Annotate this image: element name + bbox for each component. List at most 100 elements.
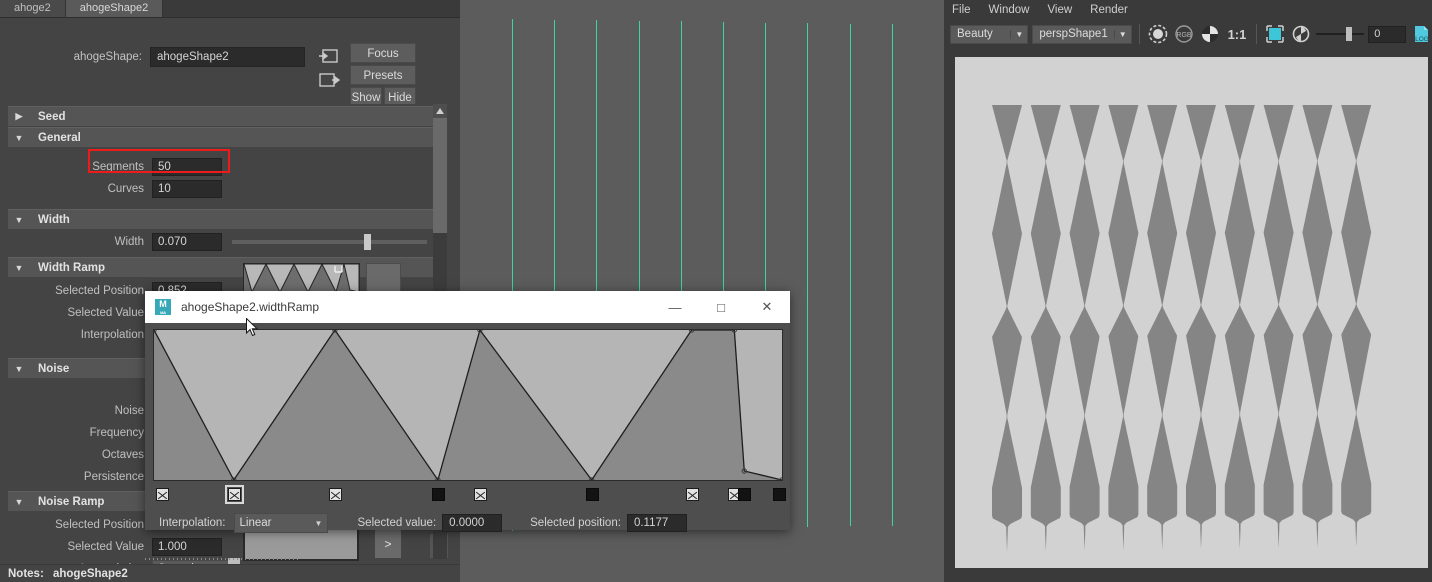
- viewport-curve[interactable]: [891, 24, 893, 526]
- chevron-down-icon: ▼: [1010, 29, 1027, 39]
- node-name-input[interactable]: ahogeShape2: [150, 47, 305, 67]
- noise-label: Noise: [114, 405, 144, 417]
- svg-text:RGB: RGB: [1176, 32, 1192, 39]
- rd-selected-value-input[interactable]: 0.0000: [442, 514, 503, 532]
- alpha-channel-icon[interactable]: [1199, 23, 1221, 45]
- ramp-marker-white-icon: [155, 488, 169, 501]
- width-input[interactable]: 0.070: [152, 233, 222, 251]
- ramp-marker-white-icon: [227, 488, 241, 501]
- section-header-width[interactable]: ▼ Width: [8, 209, 441, 229]
- rd-selected-position-label: Selected position:: [530, 517, 621, 529]
- attribute-editor-tabbar: ahoge2 ahogeShape2: [0, 0, 460, 18]
- nr-selected-value-input[interactable]: 1.000: [152, 538, 222, 556]
- width-ramp-swatch-slot[interactable]: [366, 263, 401, 293]
- menu-file[interactable]: File: [952, 4, 971, 16]
- dialog-body: Interpolation: Linear ▼ Selected value: …: [145, 323, 790, 533]
- persistence-label: Persistence: [83, 471, 144, 483]
- ramp-marker-black-icon: [772, 488, 786, 501]
- dialog-titlebar[interactable]: M MA ahogeShape2.widthRamp — □ ✕: [145, 291, 790, 323]
- tab-ahoge2[interactable]: ahoge2: [0, 0, 66, 17]
- section-header-general[interactable]: ▼ General: [8, 127, 441, 147]
- camera-value: perspShape1: [1039, 28, 1108, 40]
- exposure-input[interactable]: 0: [1368, 25, 1406, 43]
- section-label-noise-ramp: Noise Ramp: [38, 495, 105, 508]
- ramp-marker[interactable]: [685, 488, 699, 501]
- dialog-title: ahogeShape2.widthRamp: [181, 300, 320, 314]
- chevron-down-icon: ▼: [14, 132, 24, 143]
- minimize-icon[interactable]: —: [652, 291, 698, 323]
- tabbar-filler: [163, 0, 460, 17]
- close-icon[interactable]: ✕: [744, 291, 790, 323]
- render-pass-combo[interactable]: Beauty ▼: [950, 24, 1029, 44]
- section-label-noise: Noise: [38, 362, 70, 375]
- log-view-icon[interactable]: LOG: [1410, 23, 1432, 45]
- viewport-curve[interactable]: [849, 23, 851, 527]
- ramp-marker-white-icon: [685, 488, 699, 501]
- menu-view[interactable]: View: [1047, 4, 1072, 16]
- rendered-image[interactable]: [955, 57, 1428, 568]
- rd-interpolation-label: Interpolation:: [159, 517, 226, 529]
- ramp-marker[interactable]: [224, 485, 244, 504]
- scroll-up-button[interactable]: [433, 104, 447, 118]
- camera-combo[interactable]: perspShape1 ▼: [1032, 24, 1132, 44]
- ramp-marker[interactable]: [431, 488, 445, 501]
- width-slider[interactable]: [232, 234, 427, 250]
- exposure-slider[interactable]: [1316, 27, 1365, 41]
- maya-logo-letter: M: [159, 299, 167, 309]
- notes-value: ahogeShape2: [52, 568, 128, 580]
- toolbar-separator: [1138, 24, 1140, 44]
- rgb-channel-icon[interactable]: RGB: [1173, 23, 1195, 45]
- notes-label: Notes:: [8, 568, 44, 580]
- exposure-icon[interactable]: [1290, 23, 1312, 45]
- ramp-marker[interactable]: [328, 488, 342, 501]
- ramp-marker[interactable]: [738, 488, 752, 501]
- zoom-ratio-label[interactable]: 1:1: [1225, 27, 1250, 42]
- load-attributes-icon[interactable]: [318, 48, 340, 66]
- ramp-marker[interactable]: [473, 488, 487, 501]
- ramp-editor-dialog[interactable]: M MA ahogeShape2.widthRamp — □ ✕ Interpo…: [145, 291, 790, 533]
- ramp-controls-row: Interpolation: Linear ▼ Selected value: …: [145, 511, 790, 535]
- copy-tab-icon[interactable]: [318, 72, 341, 90]
- rd-selected-position-input[interactable]: 0.1177: [626, 514, 687, 532]
- rd-selected-value-label: Selected value:: [357, 517, 437, 529]
- ramp-marker[interactable]: [772, 488, 786, 501]
- focus-button[interactable]: Focus: [350, 43, 416, 63]
- section-label-width: Width: [38, 213, 70, 226]
- chevron-down-icon: ▼: [310, 518, 327, 528]
- ramp-marker[interactable]: [155, 488, 169, 501]
- section-header-seed[interactable]: ▶ Seed: [8, 106, 441, 126]
- header-icon-column: [318, 48, 346, 96]
- separator-dots: [145, 558, 300, 560]
- snapshot-icon[interactable]: [1147, 23, 1169, 45]
- width-slider-handle[interactable]: [363, 234, 371, 250]
- ramp-marker-white-icon: [328, 488, 342, 501]
- maximize-icon[interactable]: □: [698, 291, 744, 323]
- section-label-general: General: [38, 131, 81, 144]
- exposure-slider-handle[interactable]: [1346, 27, 1353, 41]
- ramp-curve: [154, 330, 782, 480]
- menu-render[interactable]: Render: [1090, 4, 1128, 16]
- render-region-icon[interactable]: [1264, 23, 1286, 45]
- menu-window[interactable]: Window: [989, 4, 1030, 16]
- ramp-preview-handle[interactable]: [334, 264, 343, 273]
- ramp-marker[interactable]: [585, 488, 599, 501]
- chevron-down-icon: ▼: [14, 496, 24, 507]
- viewport-curve[interactable]: [807, 23, 809, 527]
- ramp-marker-strip[interactable]: [145, 485, 790, 507]
- curves-input[interactable]: 10: [152, 180, 222, 198]
- render-strand: [1108, 105, 1139, 551]
- wr-selected-value-label: Selected Value: [67, 307, 144, 319]
- chevron-down-icon: ▼: [14, 262, 24, 273]
- svg-text:LOG: LOG: [1415, 36, 1429, 43]
- render-strand: [1069, 105, 1100, 551]
- segments-input[interactable]: 50: [152, 158, 222, 176]
- rd-interpolation-combo[interactable]: Linear ▼: [233, 513, 328, 533]
- render-view-canvas[interactable]: [950, 54, 1428, 576]
- ramp-graph[interactable]: [153, 329, 783, 481]
- presets-button[interactable]: Presets: [350, 65, 416, 85]
- octaves-label: Octaves: [101, 449, 144, 461]
- render-strand: [1186, 105, 1216, 550]
- scrollbar-thumb[interactable]: [433, 118, 447, 233]
- maya-logo-sub: MA: [160, 310, 166, 315]
- tab-ahogeshape2[interactable]: ahogeShape2: [65, 0, 164, 17]
